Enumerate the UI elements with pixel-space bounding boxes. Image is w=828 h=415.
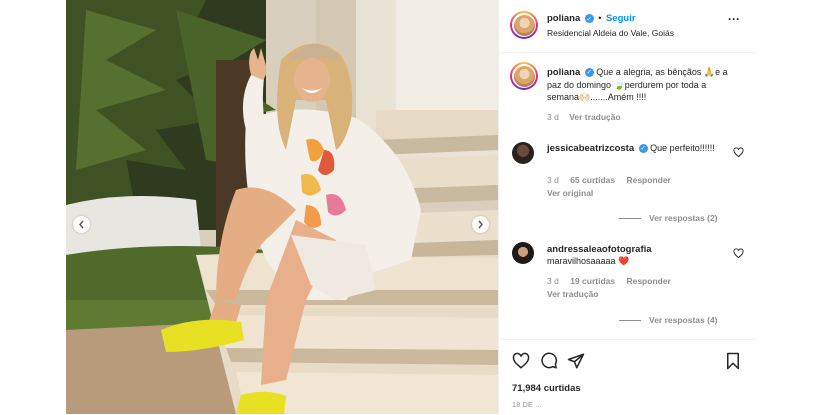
bookmark-icon[interactable] — [725, 352, 741, 370]
reply-button[interactable]: Responder — [626, 175, 670, 185]
reply-button[interactable]: Responder — [626, 276, 670, 286]
chevron-left-icon — [79, 220, 84, 229]
comment-username[interactable]: jessicabeatrizcosta — [547, 143, 634, 154]
carousel-prev-button[interactable] — [73, 216, 90, 233]
separator-dot: • — [598, 13, 602, 23]
comment-avatar[interactable] — [512, 242, 534, 264]
view-replies-label: Ver respostas (4) — [649, 315, 718, 325]
comment-likes[interactable]: 65 curtidas — [570, 175, 615, 185]
post-actions: 71,984 curtidas 18 DE ... — [499, 339, 756, 415]
post-location[interactable]: Residencial Aldeia do Vale, Goiás — [547, 28, 674, 38]
caption-time: 3 d — [547, 112, 559, 122]
chevron-right-icon — [478, 220, 483, 229]
likes-count[interactable]: 71,984 curtidas — [512, 383, 581, 394]
post-sidebar: poliana ✓ • Seguir Residencial Aldeia do… — [498, 0, 756, 414]
caption-meta: 3 d Ver tradução — [547, 112, 621, 122]
replies-divider — [619, 320, 641, 322]
comment-extra: Ver original — [547, 188, 593, 198]
photo-illustration — [66, 0, 498, 414]
post-date[interactable]: 18 DE ... — [512, 402, 542, 409]
caption-translation-link[interactable]: Ver tradução — [569, 112, 621, 122]
comment-extra: Ver tradução — [547, 289, 599, 299]
post-caption: poliana ✓ Que a alegria, as bênçãos 🙏e a… — [547, 66, 737, 103]
comment-body: andressaleaofotografia — [547, 243, 727, 256]
verified-badge-icon: ✓ — [638, 144, 648, 154]
author-avatar[interactable] — [510, 11, 538, 39]
carousel-next-button[interactable] — [472, 216, 489, 233]
view-replies-label: Ver respostas (2) — [649, 213, 718, 223]
verified-badge-icon: ✓ — [584, 68, 594, 78]
comment-like-heart-icon[interactable] — [733, 248, 744, 259]
more-dots-icon[interactable]: ··· — [728, 12, 740, 26]
author-line: poliana ✓ • Seguir — [547, 13, 636, 24]
comment-likes[interactable]: 19 curtidas — [570, 276, 615, 286]
view-replies-button[interactable]: Ver respostas (4) — [619, 315, 718, 325]
replies-divider — [619, 218, 641, 220]
comment-time: 3 d — [547, 276, 559, 286]
caption-username[interactable]: poliana — [547, 67, 580, 78]
post-dialog: poliana ✓ • Seguir Residencial Aldeia do… — [66, 0, 756, 414]
follow-button[interactable]: Seguir — [606, 13, 636, 24]
post-header: poliana ✓ • Seguir Residencial Aldeia do… — [499, 0, 756, 53]
comment-meta: 3 d 19 curtidas Responder — [547, 276, 671, 286]
translate-link[interactable]: Ver tradução — [547, 289, 599, 299]
comment-icon[interactable] — [540, 352, 558, 370]
comment-time: 3 d — [547, 175, 559, 185]
heart-icon[interactable] — [512, 352, 530, 370]
caption-avatar[interactable] — [510, 62, 538, 90]
see-original-link[interactable]: Ver original — [547, 188, 593, 198]
comment-meta: 3 d 65 curtidas Responder — [547, 175, 671, 185]
right-margin — [755, 0, 828, 414]
comment-username[interactable]: andressaleaofotografia — [547, 244, 652, 255]
comment-like-heart-icon[interactable] — [733, 147, 744, 158]
post-photo — [66, 0, 498, 414]
comment-text: maravilhosaaaaa ❤️ — [547, 256, 630, 266]
comment-avatar[interactable] — [512, 142, 534, 164]
view-replies-button[interactable]: Ver respostas (2) — [619, 213, 718, 223]
author-username[interactable]: poliana — [547, 13, 580, 24]
left-margin — [0, 0, 66, 414]
comment-body: jessicabeatrizcosta ✓ Que perfeito!!!!!! — [547, 142, 727, 155]
comment-text: Que perfeito!!!!!! — [650, 143, 715, 153]
share-icon[interactable] — [567, 352, 585, 370]
verified-badge-icon: ✓ — [584, 14, 594, 24]
